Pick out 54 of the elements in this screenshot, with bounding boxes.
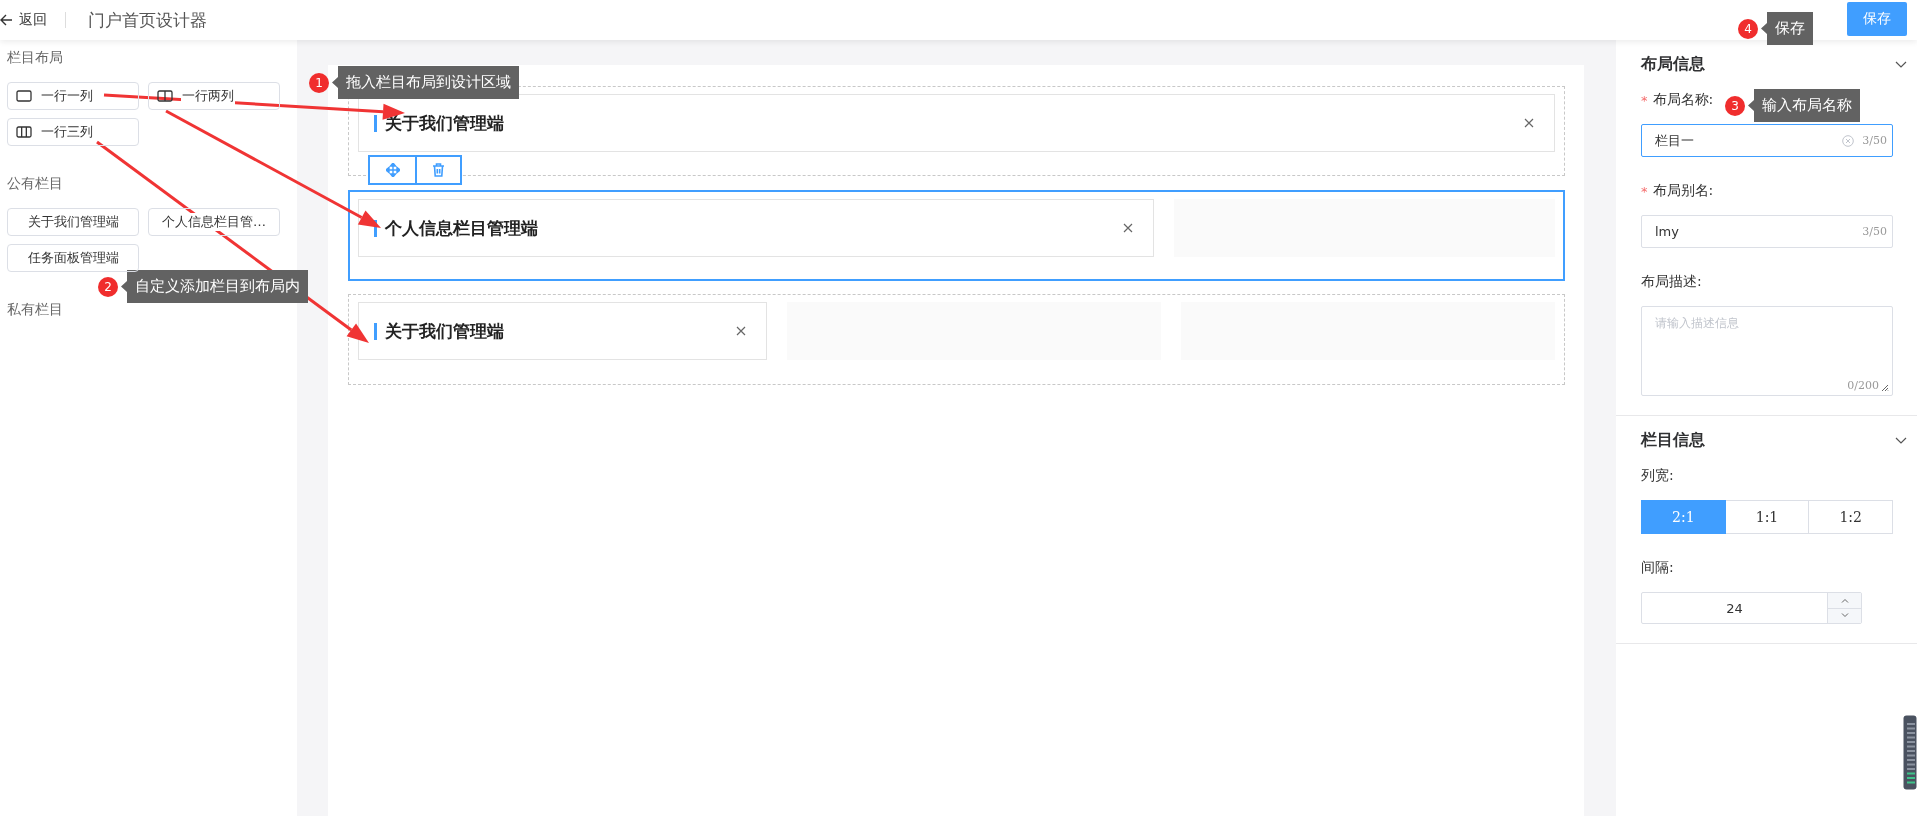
ratio-option[interactable]: 1:1 bbox=[1725, 500, 1810, 534]
column-layout-icon bbox=[157, 90, 173, 102]
input-field[interactable]: 栏目一 3/50 bbox=[1641, 124, 1893, 157]
back-arrow-icon bbox=[0, 14, 13, 26]
annotation-tooltip: 自定义添加栏目到布局内 bbox=[121, 270, 308, 303]
section-heading: 栏目信息 bbox=[1641, 430, 1705, 451]
column-card[interactable]: 关于我们管理端 bbox=[358, 302, 767, 360]
column-button[interactable]: 任务面板管理端 bbox=[7, 244, 139, 272]
char-count: 0/200 bbox=[1847, 379, 1879, 392]
down-caret-icon bbox=[1840, 613, 1849, 619]
field-label: 布局描述: bbox=[1641, 273, 1702, 291]
section-heading: 布局信息 bbox=[1641, 54, 1705, 75]
resize-handle-icon bbox=[1881, 384, 1889, 392]
layout-button[interactable]: 一行两列 bbox=[148, 82, 280, 110]
card-title: 个人信息栏目管理端 bbox=[385, 216, 538, 240]
section-title: 栏目布局 bbox=[7, 48, 64, 66]
step-badge: 2 bbox=[98, 276, 118, 297]
field-label: 间隔: bbox=[1641, 559, 1674, 577]
close-icon bbox=[1123, 223, 1134, 233]
card-title: 关于我们管理端 bbox=[385, 319, 504, 343]
column-button[interactable]: 个人信息栏目管… bbox=[148, 208, 280, 236]
trash-icon bbox=[432, 163, 445, 177]
field-label: 布局别名: bbox=[1652, 182, 1714, 200]
annotation-tooltip: 输入布局名称 bbox=[1748, 89, 1860, 122]
required-mark: * bbox=[1641, 92, 1648, 108]
column-card[interactable]: 个人信息栏目管理端 bbox=[358, 199, 1155, 257]
close-button[interactable] bbox=[734, 324, 748, 338]
close-icon bbox=[1524, 118, 1534, 128]
back-button[interactable]: 返回 bbox=[0, 11, 47, 29]
layout-button[interactable]: 一行一列 bbox=[7, 82, 139, 110]
layout-button[interactable]: 一行三列 bbox=[7, 118, 139, 146]
input-field[interactable]: lmy 3/50 bbox=[1641, 215, 1893, 248]
required-mark: * bbox=[1641, 183, 1648, 199]
section-title: 私有栏目 bbox=[7, 300, 64, 318]
chevron-icon[interactable] bbox=[1895, 60, 1907, 69]
column-layout-icon bbox=[16, 126, 32, 138]
move-icon bbox=[385, 163, 400, 177]
field-label: 布局名称: bbox=[1652, 91, 1714, 109]
clear-icon bbox=[1842, 134, 1855, 147]
annotation-tooltip: 保存 bbox=[1761, 12, 1813, 45]
page-title: 门户首页设计器 bbox=[88, 8, 207, 32]
up-caret-icon bbox=[1840, 597, 1849, 603]
close-icon bbox=[736, 326, 746, 336]
field-label: 列宽: bbox=[1641, 467, 1674, 485]
close-button[interactable] bbox=[1522, 116, 1536, 130]
chevron-icon[interactable] bbox=[1895, 436, 1907, 445]
char-count: 3/50 bbox=[1862, 134, 1887, 147]
ratio-option[interactable]: 1:2 bbox=[1809, 500, 1893, 534]
section-title: 公有栏目 bbox=[7, 174, 64, 192]
column-button[interactable]: 关于我们管理端 bbox=[7, 208, 139, 236]
char-count: 3/50 bbox=[1862, 225, 1887, 238]
single-panel-icon bbox=[16, 90, 32, 102]
annotation-tooltip: 拖入栏目布局到设计区域 bbox=[332, 66, 519, 99]
side-widget-drawing[interactable] bbox=[1903, 715, 1917, 790]
